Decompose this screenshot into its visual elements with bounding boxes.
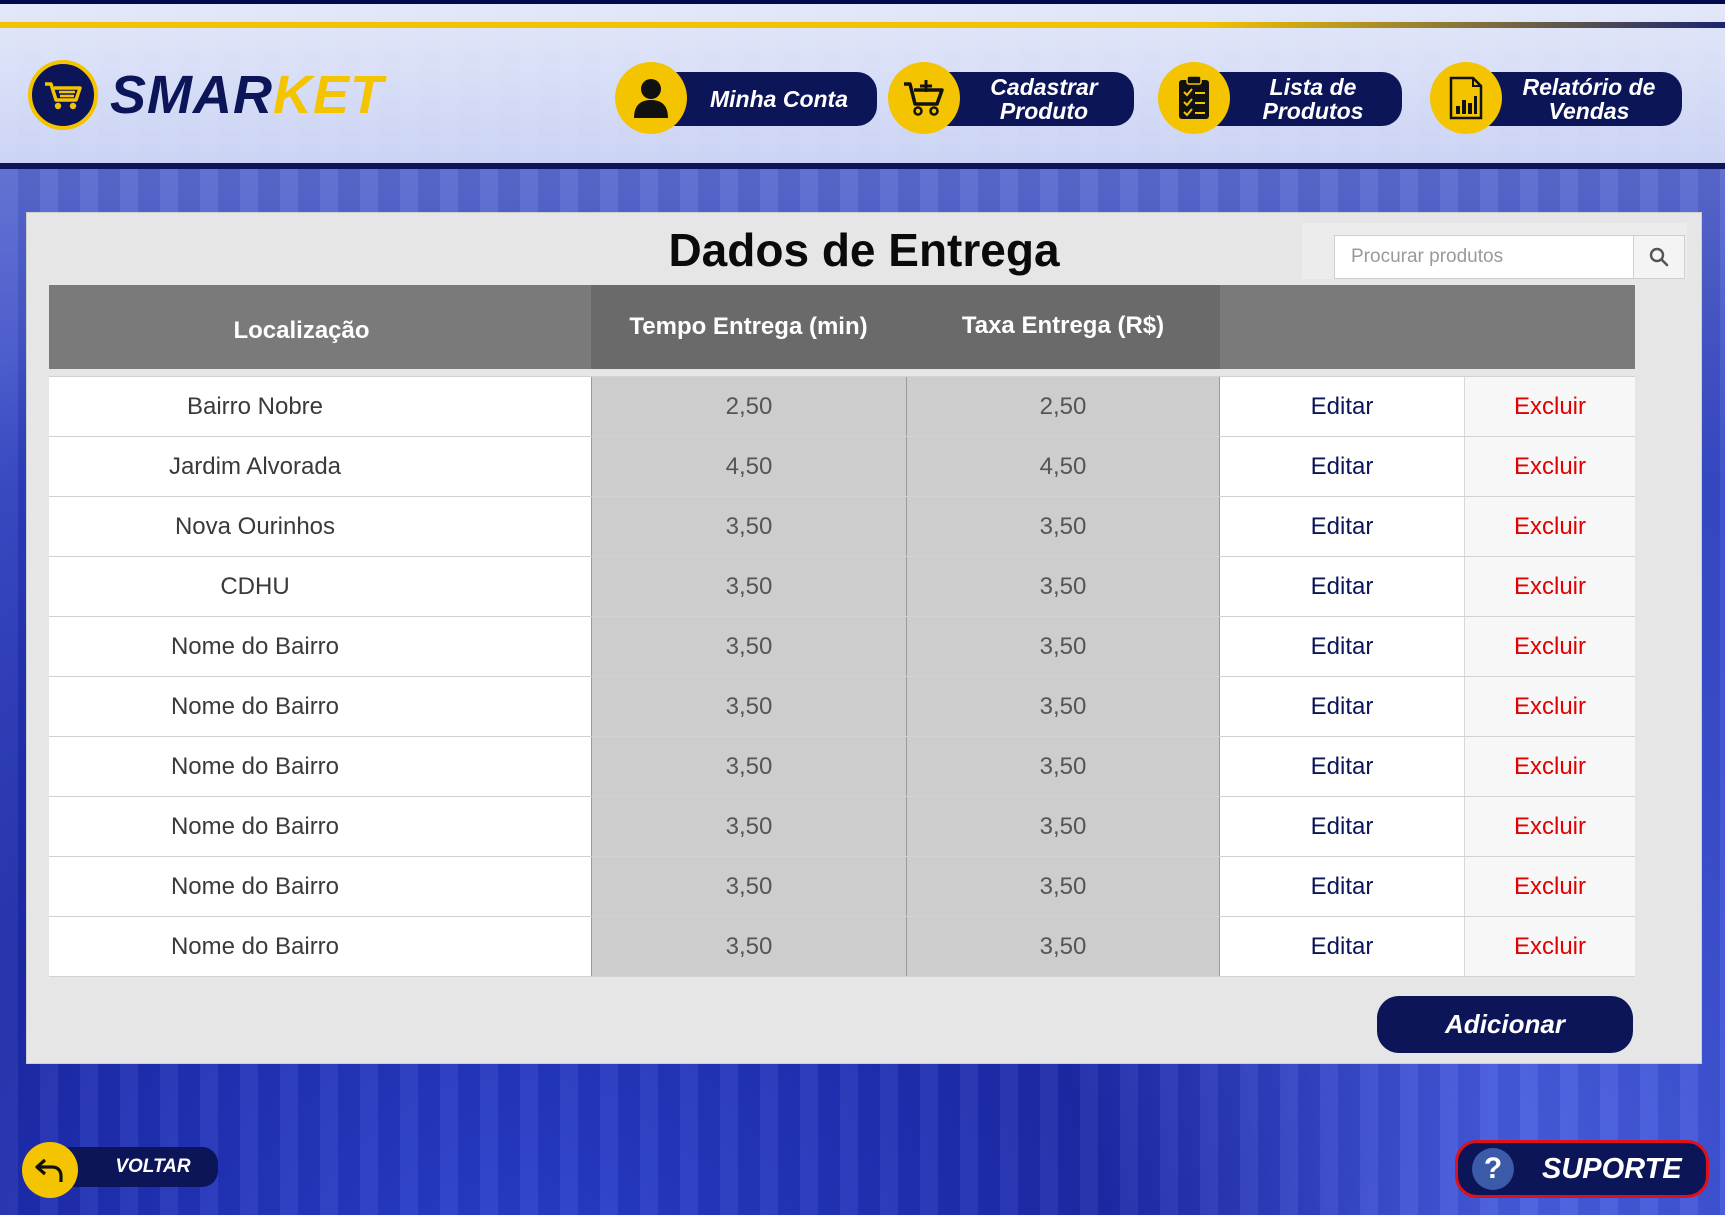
search-icon bbox=[1649, 247, 1669, 267]
edit-button[interactable]: Editar bbox=[1220, 497, 1464, 556]
delete-button[interactable]: Excluir bbox=[1464, 437, 1635, 496]
delivery-fee-cell: 3,50 bbox=[906, 557, 1220, 616]
delivery-time-cell: 3,50 bbox=[591, 917, 906, 976]
delivery-fee-cell: 2,50 bbox=[906, 377, 1220, 436]
top-bar-divider bbox=[0, 163, 1725, 169]
edit-button[interactable]: Editar bbox=[1220, 917, 1464, 976]
delete-button[interactable]: Excluir bbox=[1464, 917, 1635, 976]
cart-add-icon bbox=[888, 62, 960, 134]
brand-name: SMARKET bbox=[110, 65, 384, 125]
location-cell: Bairro Nobre bbox=[49, 377, 591, 436]
delivery-fee-cell: 3,50 bbox=[906, 917, 1220, 976]
undo-arrow-icon bbox=[22, 1142, 78, 1198]
search-input[interactable] bbox=[1334, 235, 1634, 279]
location-cell: Jardim Alvorada bbox=[49, 437, 591, 496]
delivery-time-cell: 3,50 bbox=[591, 557, 906, 616]
delivery-panel: Dados de Entrega Localização Tempo Entre… bbox=[26, 212, 1702, 1064]
delete-button[interactable]: Excluir bbox=[1464, 737, 1635, 796]
delivery-fee-cell: 3,50 bbox=[906, 737, 1220, 796]
delivery-time-cell: 3,50 bbox=[591, 737, 906, 796]
delivery-fee-cell: 3,50 bbox=[906, 857, 1220, 916]
delivery-time-cell: 3,50 bbox=[591, 857, 906, 916]
location-cell: Nome do Bairro bbox=[49, 677, 591, 736]
delivery-time-cell: 3,50 bbox=[591, 797, 906, 856]
location-cell: Nome do Bairro bbox=[49, 797, 591, 856]
support-label: SUPORTE bbox=[1542, 1152, 1682, 1185]
edit-button[interactable]: Editar bbox=[1220, 617, 1464, 676]
add-button[interactable]: Adicionar bbox=[1377, 996, 1633, 1053]
delete-button[interactable]: Excluir bbox=[1464, 377, 1635, 436]
delete-button[interactable]: Excluir bbox=[1464, 617, 1635, 676]
delivery-time-cell: 2,50 bbox=[591, 377, 906, 436]
table-row: Bairro Nobre 2,50 2,50 Editar Excluir bbox=[49, 376, 1635, 436]
table-row: Nome do Bairro 3,50 3,50 Editar Excluir bbox=[49, 796, 1635, 856]
delete-button[interactable]: Excluir bbox=[1464, 557, 1635, 616]
delete-button[interactable]: Excluir bbox=[1464, 677, 1635, 736]
table-row: Nome do Bairro 3,50 3,50 Editar Excluir bbox=[49, 856, 1635, 916]
delete-button[interactable]: Excluir bbox=[1464, 797, 1635, 856]
table-row: Nome do Bairro 3,50 3,50 Editar Excluir bbox=[49, 736, 1635, 796]
edit-button[interactable]: Editar bbox=[1220, 677, 1464, 736]
search-bar bbox=[1302, 223, 1687, 279]
edit-button[interactable]: Editar bbox=[1220, 737, 1464, 796]
report-chart-icon bbox=[1430, 62, 1502, 134]
search-button[interactable] bbox=[1633, 235, 1685, 279]
location-cell: Nome do Bairro bbox=[49, 737, 591, 796]
table-row: Nome do Bairro 3,50 3,50 Editar Excluir bbox=[49, 616, 1635, 676]
col-header-tempo: Tempo Entrega (min) bbox=[629, 313, 868, 340]
edit-button[interactable]: Editar bbox=[1220, 857, 1464, 916]
table-row: Nova Ourinhos 3,50 3,50 Editar Excluir bbox=[49, 496, 1635, 556]
delivery-time-cell: 3,50 bbox=[591, 677, 906, 736]
cart-logo-icon bbox=[28, 60, 98, 130]
delivery-fee-cell: 4,50 bbox=[906, 437, 1220, 496]
support-button[interactable]: ? SUPORTE bbox=[1455, 1140, 1709, 1198]
delivery-time-cell: 4,50 bbox=[591, 437, 906, 496]
top-bar: SMARKET Minha Conta Cadastrar Produto Li… bbox=[0, 0, 1725, 169]
clipboard-list-icon bbox=[1158, 62, 1230, 134]
edit-button[interactable]: Editar bbox=[1220, 377, 1464, 436]
col-header-taxa: Taxa Entrega (R$) bbox=[961, 312, 1165, 339]
delivery-time-cell: 3,50 bbox=[591, 617, 906, 676]
delivery-fee-cell: 3,50 bbox=[906, 677, 1220, 736]
edit-button[interactable]: Editar bbox=[1220, 557, 1464, 616]
location-cell: Nome do Bairro bbox=[49, 917, 591, 976]
delivery-fee-cell: 3,50 bbox=[906, 617, 1220, 676]
table-row: Jardim Alvorada 4,50 4,50 Editar Excluir bbox=[49, 436, 1635, 496]
edit-button[interactable]: Editar bbox=[1220, 437, 1464, 496]
col-header-group: Tempo Entrega (min) Taxa Entrega (R$) bbox=[591, 285, 1220, 369]
delete-button[interactable]: Excluir bbox=[1464, 857, 1635, 916]
delete-button[interactable]: Excluir bbox=[1464, 497, 1635, 556]
col-header-localizacao: Localização bbox=[233, 317, 370, 344]
user-icon bbox=[615, 62, 687, 134]
location-cell: Nova Ourinhos bbox=[49, 497, 591, 556]
delivery-time-cell: 3,50 bbox=[591, 497, 906, 556]
table-row: Nome do Bairro 3,50 3,50 Editar Excluir bbox=[49, 916, 1635, 977]
delivery-fee-cell: 3,50 bbox=[906, 797, 1220, 856]
nav-label: Minha Conta bbox=[655, 72, 877, 126]
table-row: CDHU 3,50 3,50 Editar Excluir bbox=[49, 556, 1635, 616]
edit-button[interactable]: Editar bbox=[1220, 797, 1464, 856]
delivery-table-body: Bairro Nobre 2,50 2,50 Editar Excluir Jardim … bbox=[49, 376, 1635, 977]
table-row: Nome do Bairro 3,50 3,50 Editar Excluir bbox=[49, 676, 1635, 736]
brand-logo[interactable]: SMARKET bbox=[28, 60, 384, 130]
table-header: Localização Tempo Entrega (min) Taxa Ent… bbox=[49, 285, 1635, 369]
help-icon: ? bbox=[1472, 1148, 1514, 1190]
location-cell: Nome do Bairro bbox=[49, 617, 591, 676]
location-cell: CDHU bbox=[49, 557, 591, 616]
top-accent-line bbox=[0, 22, 1725, 28]
location-cell: Nome do Bairro bbox=[49, 857, 591, 916]
delivery-fee-cell: 3,50 bbox=[906, 497, 1220, 556]
